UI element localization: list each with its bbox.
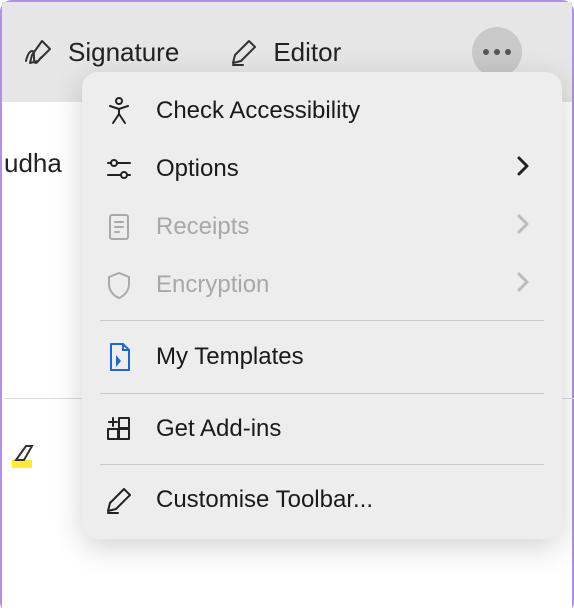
menu-label: Encryption (156, 271, 269, 299)
chevron-right-icon (516, 155, 530, 183)
menu-divider (100, 320, 544, 321)
accessibility-icon (102, 96, 136, 126)
signature-label: Signature (68, 37, 179, 68)
signature-button[interactable]: Signature (22, 37, 179, 68)
menu-get-addins[interactable]: Get Add-ins (82, 400, 562, 458)
menu-label: Check Accessibility (156, 97, 360, 125)
menu-receipts: Receipts (82, 198, 562, 256)
menu-label: Customise Toolbar... (156, 486, 373, 514)
menu-label: My Templates (156, 343, 304, 371)
ellipsis-icon (483, 49, 511, 55)
menu-check-accessibility[interactable]: Check Accessibility (82, 82, 562, 140)
options-icon (102, 154, 136, 184)
menu-label: Get Add-ins (156, 415, 281, 443)
receipts-icon (102, 212, 136, 242)
signature-icon (22, 37, 54, 67)
more-button[interactable] (472, 27, 522, 77)
editor-icon (229, 37, 259, 67)
partial-name-text: udha (4, 148, 62, 179)
menu-divider (100, 464, 544, 465)
overflow-menu: Check Accessibility Options (82, 72, 562, 539)
menu-my-templates[interactable]: My Templates (82, 327, 562, 387)
menu-divider (100, 393, 544, 394)
templates-icon (102, 341, 136, 373)
menu-customise-toolbar[interactable]: Customise Toolbar... (82, 471, 562, 529)
highlighter-icon[interactable] (10, 442, 42, 473)
format-toolbar (10, 442, 42, 473)
menu-label: Options (156, 155, 239, 183)
chevron-right-icon (516, 271, 530, 299)
customise-icon (102, 485, 136, 515)
editor-button[interactable]: Editor (229, 37, 341, 68)
menu-encryption: Encryption (82, 256, 562, 314)
menu-options[interactable]: Options (82, 140, 562, 198)
shield-icon (102, 270, 136, 300)
menu-label: Receipts (156, 213, 249, 241)
editor-label: Editor (273, 37, 341, 68)
addins-icon (102, 414, 136, 444)
chevron-right-icon (516, 213, 530, 241)
